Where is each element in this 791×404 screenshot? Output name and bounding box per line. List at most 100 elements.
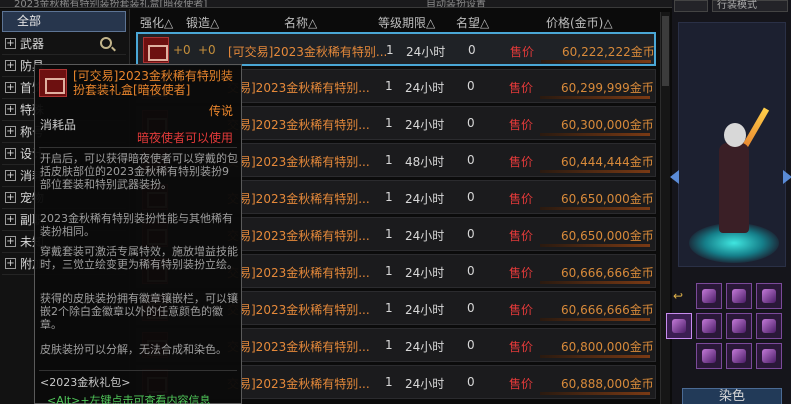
tooltip-divider bbox=[39, 147, 237, 148]
row-level: 1 bbox=[385, 79, 393, 93]
rotate-right-icon[interactable] bbox=[783, 170, 791, 184]
equipment-slot-active[interactable] bbox=[666, 313, 692, 339]
expand-icon[interactable]: + bbox=[5, 126, 16, 137]
price-underline bbox=[540, 281, 650, 284]
row-price-label: 售价 bbox=[509, 340, 534, 354]
row-level: 1 bbox=[385, 301, 393, 315]
header-forge[interactable]: 锻造△ bbox=[186, 14, 219, 31]
preview-tabs: 行装模式 bbox=[672, 0, 791, 14]
row-duration: 24小时 bbox=[405, 118, 445, 132]
expand-icon[interactable]: + bbox=[5, 38, 16, 49]
row-price: 60,666,666金币 bbox=[561, 303, 654, 317]
price-underline bbox=[540, 392, 650, 395]
character-head bbox=[724, 123, 746, 147]
row-duration: 24小时 bbox=[405, 266, 445, 280]
price-underline bbox=[540, 133, 650, 136]
list-scrollbar[interactable] bbox=[660, 12, 670, 404]
gift-box-icon bbox=[143, 37, 169, 63]
character-stage bbox=[678, 22, 786, 267]
item-row-selected[interactable]: +0 +0 [可交易]2023金秋稀有特别... 1 24小时 0 售价 60,222,222… bbox=[136, 32, 656, 66]
row-strengthen: +0 bbox=[173, 43, 191, 57]
category-all[interactable]: 全部 bbox=[2, 11, 126, 32]
item-tooltip: [可交易]2023金秋稀有特别装扮套装礼盒[暗夜使者] 传说 消耗品 暗夜使者可… bbox=[34, 64, 242, 404]
tooltip-paragraph: 2023金秋稀有特别装扮性能与其他稀有装扮相同。 bbox=[40, 212, 233, 238]
equipment-slot[interactable] bbox=[756, 313, 782, 339]
row-level: 1 bbox=[385, 375, 393, 389]
row-price: 60,222,222金币 bbox=[562, 45, 655, 59]
equipment-slot[interactable] bbox=[726, 343, 752, 369]
dye-button[interactable]: 染色 bbox=[682, 388, 782, 404]
row-item-name: 交易]2023金秋稀有特别... bbox=[227, 377, 370, 391]
row-duration: 24小时 bbox=[406, 45, 446, 59]
tooltip-paragraph: 开启后，可以获得暗夜使者可以穿戴的包括皮肤部位的2023金秋稀有特别装扮9部位套… bbox=[40, 152, 238, 191]
top-bar-left-text: 2023金秋稀有特别装扮套装礼盒[暗夜使者] bbox=[14, 0, 208, 8]
header-price[interactable]: 价格(金币)△ bbox=[546, 14, 613, 31]
expand-icon[interactable]: + bbox=[5, 148, 16, 159]
expand-icon[interactable]: + bbox=[5, 170, 16, 181]
row-price-label: 售价 bbox=[509, 266, 534, 280]
expand-icon[interactable]: + bbox=[5, 192, 16, 203]
expand-icon[interactable]: + bbox=[5, 236, 16, 247]
price-underline bbox=[540, 244, 650, 247]
tooltip-type: 消耗品 bbox=[40, 118, 77, 132]
row-duration: 24小时 bbox=[405, 229, 445, 243]
search-icon[interactable] bbox=[100, 37, 112, 49]
equipment-slot[interactable] bbox=[696, 283, 722, 309]
header-strengthen[interactable]: 强化△ bbox=[140, 14, 173, 31]
expand-icon[interactable]: + bbox=[5, 82, 16, 93]
row-item-name: 交易]2023金秋稀有特别... bbox=[227, 229, 370, 243]
reset-icon[interactable]: ↩ bbox=[673, 290, 687, 302]
row-price-label: 售价 bbox=[509, 377, 534, 391]
row-price: 60,650,000金币 bbox=[561, 192, 654, 206]
equipment-slot[interactable] bbox=[756, 343, 782, 369]
row-item-name: 交易]2023金秋稀有特别... bbox=[227, 81, 370, 95]
preview-tab-outfit-mode[interactable]: 行装模式 bbox=[712, 0, 788, 12]
row-level: 1 bbox=[385, 153, 393, 167]
tooltip-paragraph: 获得的皮肤装扮拥有徽章镶嵌栏，可以镶嵌2个除白金徽章以外的任意颜色的徽章。 bbox=[40, 292, 238, 331]
scrollbar-thumb[interactable] bbox=[662, 16, 669, 86]
character-preview-panel: 行装模式 ↩ 染色 bbox=[666, 0, 791, 404]
equipment-slot[interactable] bbox=[756, 283, 782, 309]
row-duration: 24小时 bbox=[405, 377, 445, 391]
equipment-slot[interactable] bbox=[696, 313, 722, 339]
equipment-slot[interactable] bbox=[726, 283, 752, 309]
row-level: 1 bbox=[385, 264, 393, 278]
row-fame: 0 bbox=[467, 190, 475, 204]
row-level: 1 bbox=[385, 116, 393, 130]
rotate-left-icon[interactable] bbox=[670, 170, 679, 184]
expand-icon[interactable]: + bbox=[5, 258, 16, 269]
row-level: 1 bbox=[385, 338, 393, 352]
row-price-label: 售价 bbox=[509, 303, 534, 317]
row-price-label: 售价 bbox=[509, 229, 534, 243]
row-price-label: 售价 bbox=[509, 192, 534, 206]
tooltip-paragraph: 皮肤装扮可以分解，无法合成和染色。 bbox=[40, 343, 227, 356]
equipment-slot[interactable] bbox=[696, 343, 722, 369]
row-item-name: 交易]2023金秋稀有特别... bbox=[227, 118, 370, 132]
header-fame[interactable]: 名望△ bbox=[456, 14, 489, 31]
tooltip-grade: 传说 bbox=[208, 104, 233, 118]
equipment-slot[interactable] bbox=[726, 313, 752, 339]
header-name[interactable]: 名称△ bbox=[284, 14, 317, 31]
row-duration: 24小时 bbox=[405, 340, 445, 354]
row-level: 1 bbox=[386, 43, 394, 57]
row-fame: 0 bbox=[467, 153, 475, 167]
row-item-name: 交易]2023金秋稀有特别... bbox=[227, 340, 370, 354]
preview-tab-left[interactable] bbox=[674, 0, 708, 12]
header-level-duration[interactable]: 等级期限△ bbox=[378, 14, 435, 31]
category-item[interactable]: + 武器 bbox=[2, 34, 126, 55]
row-item-name: 交易]2023金秋稀有特别... bbox=[227, 303, 370, 317]
row-price-label: 售价 bbox=[509, 155, 534, 169]
row-duration: 24小时 bbox=[405, 81, 445, 95]
expand-icon[interactable]: + bbox=[5, 60, 16, 71]
tooltip-package: <2023金秋礼包> bbox=[40, 376, 131, 389]
row-price-label: 售价 bbox=[510, 45, 535, 59]
expand-icon[interactable]: + bbox=[5, 104, 16, 115]
character-body bbox=[719, 143, 749, 233]
tooltip-hint: <Alt>+左键点击可查看内容信息 bbox=[47, 394, 211, 404]
row-price-label: 售价 bbox=[509, 81, 534, 95]
tooltip-title: [可交易]2023金秋稀有特别装扮套装礼盒[暗夜使者] bbox=[73, 69, 233, 97]
top-bar-right-text[interactable]: 自动装扮设置 bbox=[426, 0, 486, 7]
expand-icon[interactable]: + bbox=[5, 214, 16, 225]
row-duration: 24小时 bbox=[405, 192, 445, 206]
tooltip-paragraph: 穿戴套装可激活专属特效，施放增益技能时，三觉立绘变更为稀有特别装扮立绘。 bbox=[40, 245, 238, 271]
